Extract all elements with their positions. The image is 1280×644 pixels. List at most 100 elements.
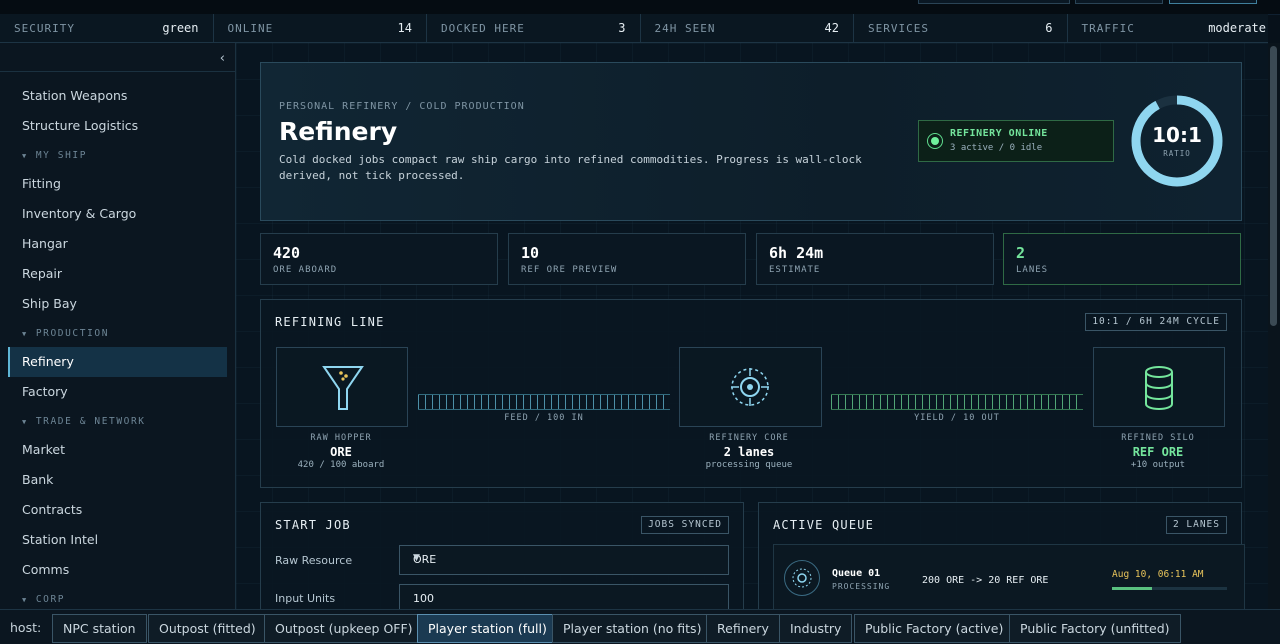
chevron-down-icon: ▼ [22, 152, 28, 160]
stat-value: 42 [824, 21, 839, 35]
stat-online: ONLINE 14 [214, 14, 427, 42]
collapse-sidebar-button[interactable]: ‹ [220, 51, 225, 66]
sidebar-item-contracts[interactable]: Contracts [0, 495, 227, 525]
header-control[interactable] [918, 0, 1070, 4]
sidebar-section-corp[interactable]: ▼ CORP [0, 585, 235, 609]
chevron-down-icon: ▼ [22, 330, 28, 338]
stat-key: 24H SEEN [654, 21, 716, 35]
kpi-label: ORE ABOARD [273, 265, 338, 275]
host-bar: host: NPC station Outpost (fitted) Outpo… [0, 609, 1280, 644]
stat-value: 6 [1045, 21, 1053, 35]
kpi-ore-aboard: 420 ORE ABOARD [260, 233, 498, 285]
section-label: TRADE & NETWORK [35, 416, 146, 427]
queue-name: Queue 01 [832, 568, 881, 579]
sidebar-item-fitting[interactable]: Fitting [0, 169, 227, 199]
stat-key: TRAFFIC [1081, 21, 1135, 35]
silo-label: REFINED SILO [1121, 433, 1195, 443]
header-control[interactable] [1075, 0, 1163, 4]
input-units-label: Input Units [275, 592, 336, 605]
sidebar-item-factory[interactable]: Factory [0, 377, 227, 407]
kpi-lanes: 2 LANES [1003, 233, 1241, 285]
stat-key: ONLINE [227, 21, 274, 35]
chevron-down-icon: ▼ [22, 596, 28, 604]
jobs-synced-tag: JOBS SYNCED [641, 516, 729, 534]
raw-resource-label: Raw Resource [275, 554, 353, 567]
panel-title: START JOB [275, 518, 351, 532]
status-dot-icon [927, 133, 943, 149]
host-label: host: [10, 620, 42, 635]
raw-resource-select[interactable]: ORE ▼ [399, 545, 729, 575]
divider [0, 71, 235, 72]
sidebar-item-market[interactable]: Market [0, 435, 227, 465]
stat-key: SECURITY [14, 21, 75, 35]
ratio-gauge: 10:1 RATIO [1129, 93, 1225, 189]
ratio-label: RATIO [1163, 149, 1191, 158]
core-reactor-icon [731, 368, 769, 406]
host-outpost-upkeep-off-button[interactable]: Outpost (upkeep OFF) [264, 614, 424, 643]
host-player-station-no-fits-button[interactable]: Player station (no fits) [552, 614, 713, 643]
status-bar: SECURITY green ONLINE 14 DOCKED HERE 3 24H … [0, 14, 1268, 43]
queue-row[interactable]: Queue 01 PROCESSING 200 ORE -> 20 REF OR… [773, 544, 1245, 609]
kpi-value: 6h 24m [769, 244, 824, 262]
refined-silo-node [1093, 347, 1225, 427]
stat-security: SECURITY green [0, 14, 214, 42]
refinery-status-badge: REFINERY ONLINE 3 active / 0 idle [918, 120, 1114, 162]
stat-traffic: TRAFFIC moderate [1068, 14, 1269, 42]
header-control[interactable] [1169, 0, 1257, 4]
progress-fill [1112, 587, 1153, 590]
ratio-value: 10:1 [1152, 123, 1202, 147]
chevron-left-icon: ‹ [219, 51, 225, 66]
sidebar-item-repair[interactable]: Repair [0, 259, 227, 289]
start-job-panel: START JOB JOBS SYNCED Raw Resource ORE ▼… [260, 502, 744, 609]
sidebar-item-station-intel[interactable]: Station Intel [0, 525, 227, 555]
refining-line-panel: REFINING LINE 10:1 / 6H 24M CYCLE RAW HO… [260, 299, 1242, 488]
breadcrumb: PERSONAL REFINERY / COLD PRODUCTION [279, 101, 525, 112]
stat-value: green [162, 21, 199, 35]
host-player-station-full-button[interactable]: Player station (full) [417, 614, 558, 643]
funnel-icon [322, 366, 364, 410]
page-title: Refinery [279, 117, 398, 146]
stat-services: SERVICES 6 [854, 14, 1068, 42]
scrollbar-thumb[interactable] [1270, 46, 1277, 326]
queue-eta: Aug 10, 06:11 AM [1112, 569, 1204, 580]
sidebar-section-my-ship[interactable]: ▼ MY SHIP [0, 141, 235, 169]
sidebar-item-station-weapons[interactable]: Station Weapons [0, 81, 227, 111]
input-value: 100 [413, 592, 434, 605]
sidebar-item-bank[interactable]: Bank [0, 465, 227, 495]
core-value: 2 lanes [723, 445, 775, 459]
host-refinery-button[interactable]: Refinery [706, 614, 780, 643]
lanes-tag: 2 LANES [1165, 516, 1227, 534]
hopper-value: ORE [330, 445, 352, 459]
sidebar-item-comms[interactable]: Comms [0, 555, 227, 585]
chevron-down-icon: ▼ [22, 418, 28, 426]
stat-key: DOCKED HERE [441, 21, 525, 35]
kpi-value: 2 [1016, 244, 1026, 262]
sidebar-section-production[interactable]: ▼ PRODUCTION [0, 319, 235, 347]
panel-title: ACTIVE QUEUE [773, 518, 875, 532]
host-npc-station-button[interactable]: NPC station [52, 614, 147, 643]
hopper-sub: 420 / 100 aboard [297, 460, 385, 470]
input-units-field[interactable]: 100 [399, 584, 729, 609]
sidebar-section-trade[interactable]: ▼ TRADE & NETWORK [0, 407, 235, 435]
status-subtitle: 3 active / 0 idle [950, 143, 1043, 153]
stat-value: 14 [397, 21, 412, 35]
sidebar-item-hangar[interactable]: Hangar [0, 229, 227, 259]
status-title: REFINERY ONLINE [950, 128, 1048, 139]
kpi-label: LANES [1016, 265, 1049, 275]
host-outpost-fitted-button[interactable]: Outpost (fitted) [148, 614, 267, 643]
host-public-factory-unfitted-button[interactable]: Public Factory (unfitted) [1009, 614, 1181, 643]
silo-sub: +10 output [1130, 460, 1186, 470]
kpi-estimate: 6h 24m ESTIMATE [756, 233, 994, 285]
sidebar-item-ship-bay[interactable]: Ship Bay [0, 289, 227, 319]
kpi-ref-ore-preview: 10 REF ORE PREVIEW [508, 233, 746, 285]
host-industry-button[interactable]: Industry [779, 614, 853, 643]
sidebar-item-inventory[interactable]: Inventory & Cargo [0, 199, 227, 229]
kpi-label: REF ORE PREVIEW [521, 265, 618, 275]
yield-conveyor [831, 394, 1083, 410]
silo-database-icon [1145, 366, 1173, 410]
host-public-factory-active-button[interactable]: Public Factory (active) [854, 614, 1015, 643]
kpi-value: 10 [521, 244, 540, 262]
main-content: PERSONAL REFINERY / COLD PRODUCTION Refi… [236, 43, 1268, 609]
sidebar-item-structure-logistics[interactable]: Structure Logistics [0, 111, 227, 141]
sidebar-item-refinery[interactable]: Refinery [8, 347, 227, 377]
